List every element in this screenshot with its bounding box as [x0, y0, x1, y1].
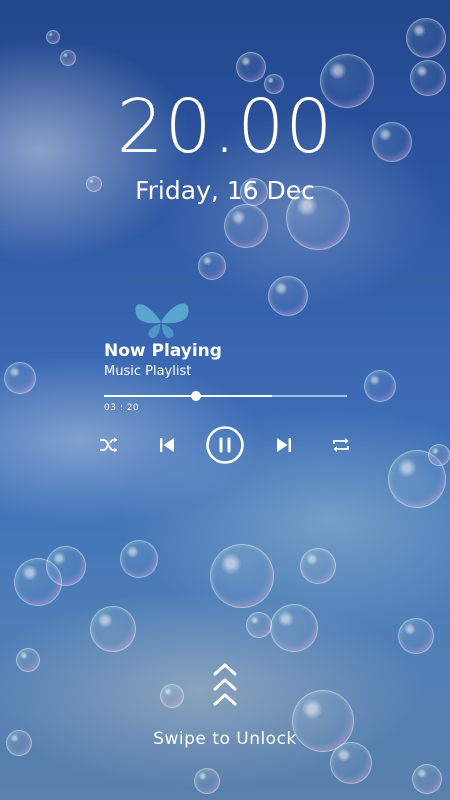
swipe-label: Swipe to Unlock — [153, 729, 297, 749]
shuffle-button[interactable] — [98, 424, 120, 466]
repeat-button[interactable] — [330, 424, 352, 466]
progress-bar[interactable] — [104, 391, 347, 401]
shuffle-icon — [100, 437, 118, 453]
chevron-up-icon — [213, 663, 237, 706]
progress-played — [104, 395, 197, 397]
swipe-to-unlock[interactable]: Swipe to Unlock — [0, 660, 450, 749]
media-player: Now Playing Music Playlist 03 : 20 — [104, 340, 347, 413]
clock-date: Friday, 16 Dec — [135, 176, 315, 205]
now-playing-title: Now Playing — [104, 341, 222, 361]
lock-screen: 20.00 Friday, 16 Dec Now Playing Music P… — [0, 0, 450, 800]
playlist-name: Music Playlist — [104, 364, 192, 379]
progress-thumb[interactable] — [191, 391, 202, 401]
previous-button[interactable] — [156, 424, 178, 466]
player-controls — [98, 424, 354, 466]
clock-time: 20.00 — [116, 84, 334, 170]
next-button[interactable] — [273, 424, 295, 466]
butterfly-decoration — [135, 303, 189, 339]
elapsed-time: 03 : 20 — [104, 403, 140, 413]
pause-icon — [206, 426, 244, 464]
skip-previous-icon — [160, 438, 174, 452]
play-pause-button[interactable] — [204, 424, 246, 466]
skip-next-icon — [277, 438, 291, 452]
repeat-icon — [333, 438, 349, 452]
